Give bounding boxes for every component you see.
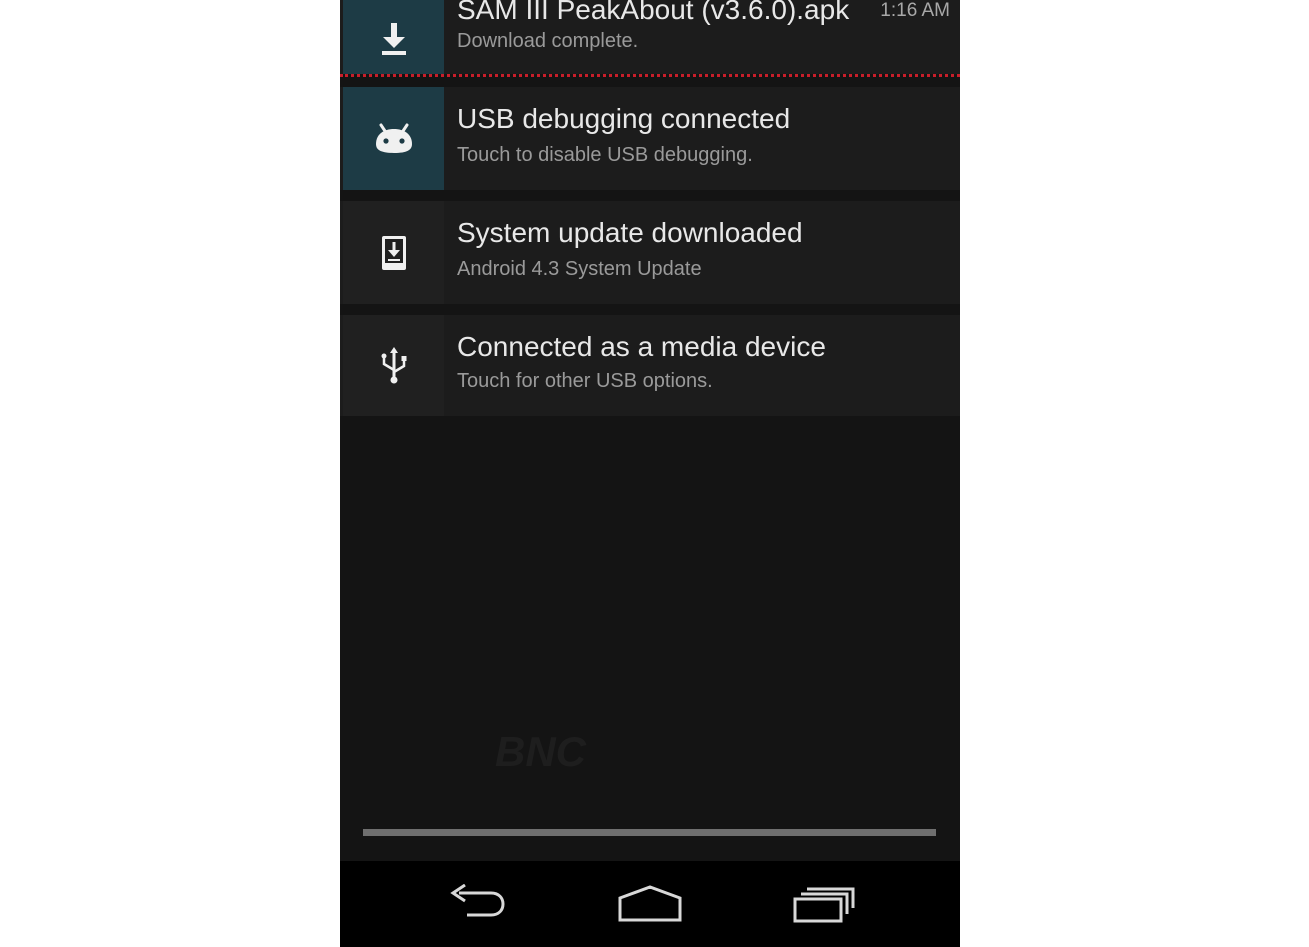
notification-subtitle: Download complete. — [457, 30, 639, 52]
notification-subtitle: Touch for other USB options. — [457, 370, 713, 392]
notification-title: Connected as a media device — [457, 331, 826, 362]
download-icon — [381, 23, 406, 55]
back-button[interactable] — [432, 879, 522, 929]
shade-drag-handle[interactable] — [363, 829, 936, 836]
recents-button[interactable] — [778, 879, 868, 929]
notification-download-complete[interactable]: SAM III PeakAbout (v3.6.0).apk Download … — [340, 0, 960, 74]
notification-icon-box — [343, 0, 444, 74]
notification-icon-box — [343, 201, 444, 304]
notification-icon-box — [343, 315, 444, 416]
notification-title: USB debugging connected — [457, 103, 791, 134]
notification-shade: SAM III PeakAbout (v3.6.0).apk Download … — [340, 0, 960, 947]
notification-time: 1:16 AM — [880, 0, 950, 21]
notification-title: System update downloaded — [457, 217, 803, 248]
notification-subtitle: Touch to disable USB debugging. — [457, 144, 753, 166]
notification-usb-debugging[interactable]: USB debugging connected Touch to disable… — [340, 87, 960, 190]
notification-media-device[interactable]: Connected as a media device Touch for ot… — [340, 315, 960, 416]
notification-title: SAM III PeakAbout (v3.6.0).apk — [457, 0, 850, 25]
notification-system-update[interactable]: System update downloaded Android 4.3 Sys… — [340, 201, 960, 304]
navigation-bar — [340, 861, 960, 947]
recents-icon — [793, 887, 855, 923]
home-icon — [618, 885, 682, 922]
home-button[interactable] — [605, 879, 695, 929]
android-icon — [375, 123, 412, 153]
usb-icon — [381, 346, 406, 383]
back-icon — [450, 884, 505, 917]
watermark: BNC — [495, 728, 586, 775]
notification-icon-box — [343, 87, 444, 190]
notification-divider — [340, 74, 960, 77]
system-update-icon — [381, 235, 406, 270]
notification-subtitle: Android 4.3 System Update — [457, 258, 702, 280]
